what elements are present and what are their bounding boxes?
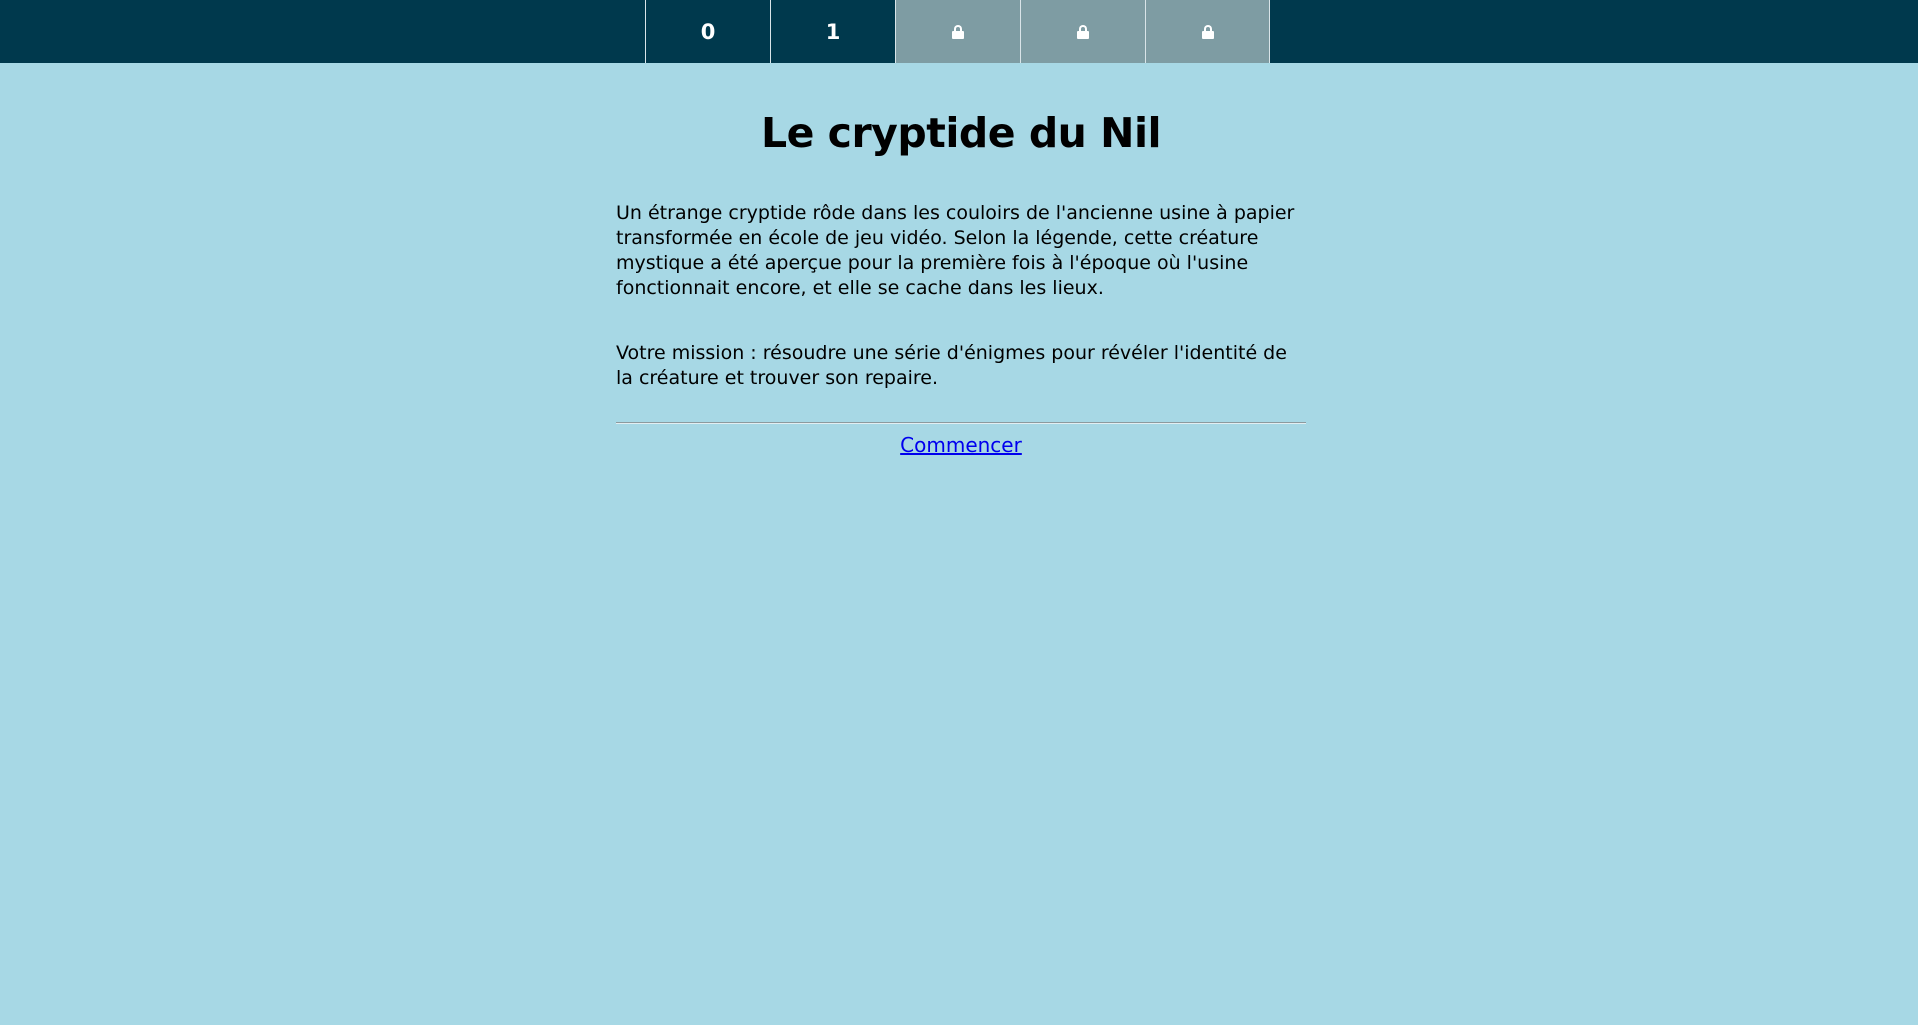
start-link[interactable]: Commencer bbox=[900, 433, 1022, 457]
start-container: Commencer bbox=[616, 433, 1306, 457]
page-title: Le cryptide du Nil bbox=[760, 109, 1162, 157]
level-tabs: 0 1 bbox=[645, 0, 1270, 63]
lock-icon bbox=[1201, 24, 1214, 39]
level-tab-locked-2[interactable] bbox=[895, 0, 1020, 63]
lock-icon bbox=[952, 24, 964, 39]
level-tab-label: 1 bbox=[825, 19, 841, 44]
top-navigation-bar: 0 1 bbox=[0, 0, 1918, 63]
intro-paragraph: Un étrange cryptide rôde dans les couloi… bbox=[616, 202, 1295, 300]
level-tab-locked-4[interactable] bbox=[1145, 0, 1270, 63]
divider bbox=[616, 422, 1306, 425]
lock-icon bbox=[1077, 24, 1089, 39]
main-content: Le cryptide du Nil Un étrange cryptide r… bbox=[616, 63, 1306, 457]
level-tab-label: 0 bbox=[700, 19, 716, 44]
level-tab-locked-3[interactable] bbox=[1020, 0, 1145, 63]
level-tab-1[interactable]: 1 bbox=[770, 0, 895, 63]
level-tab-0[interactable]: 0 bbox=[645, 0, 770, 63]
mission-paragraph: Votre mission : résoudre une série d'éni… bbox=[616, 342, 1287, 390]
